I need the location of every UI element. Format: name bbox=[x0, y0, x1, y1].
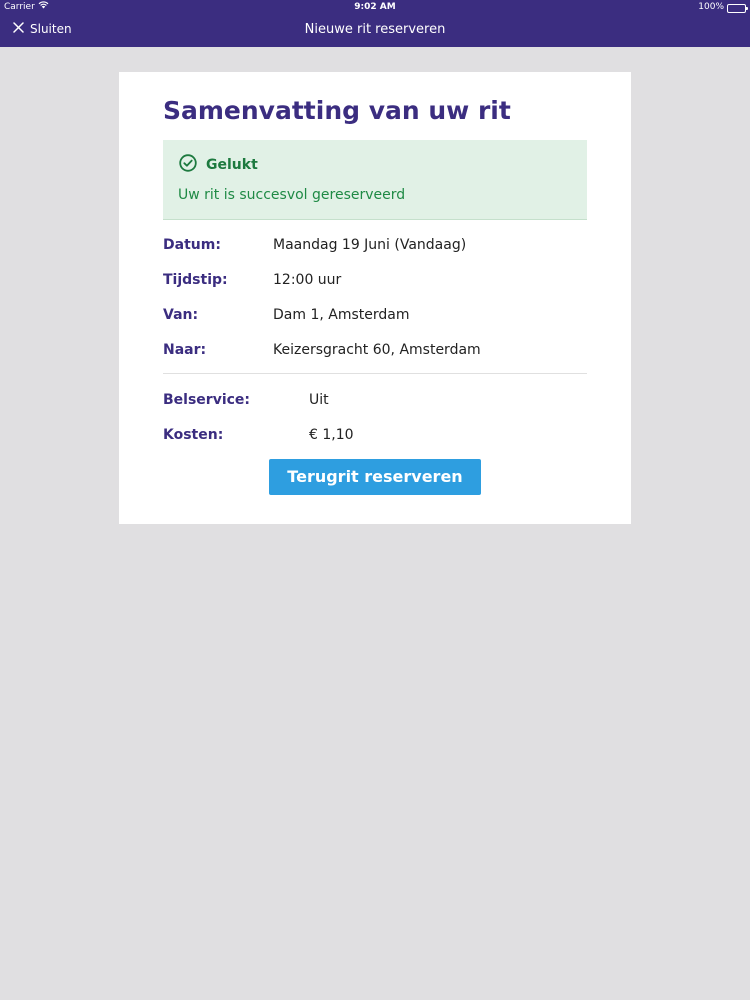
detail-value: Keizersgracht 60, Amsterdam bbox=[273, 342, 481, 358]
status-battery: 100% bbox=[698, 0, 748, 14]
ride-summary-card: Samenvatting van uw rit Gelukt Uw rit is… bbox=[119, 72, 631, 524]
battery-percent: 100% bbox=[698, 2, 724, 12]
summary-title: Samenvatting van uw rit bbox=[163, 96, 511, 125]
status-time: 9:02 AM bbox=[354, 2, 396, 12]
detail-label: Tijdstip: bbox=[163, 272, 228, 288]
success-alert: Gelukt Uw rit is succesvol gereserveerd bbox=[163, 140, 587, 220]
book-return-ride-button[interactable]: Terugrit reserveren bbox=[269, 459, 481, 495]
check-circle-icon bbox=[179, 154, 197, 176]
app-header: Carrier 9:02 AM 100% Sluiten Nieuwe rit … bbox=[0, 0, 750, 47]
navigation-bar: Sluiten Nieuwe rit reserveren bbox=[0, 14, 750, 47]
detail-value: Uit bbox=[309, 392, 329, 408]
detail-value: 12:00 uur bbox=[273, 272, 342, 288]
detail-label: Van: bbox=[163, 307, 199, 323]
detail-value: Dam 1, Amsterdam bbox=[273, 307, 410, 323]
detail-label: Datum: bbox=[163, 237, 221, 253]
section-divider bbox=[163, 373, 587, 374]
detail-label: Kosten: bbox=[163, 427, 224, 443]
detail-value: Maandag 19 Juni (Vandaag) bbox=[273, 237, 467, 253]
success-heading: Gelukt bbox=[206, 157, 258, 173]
success-heading-row: Gelukt bbox=[179, 154, 258, 176]
detail-value: € 1,10 bbox=[309, 427, 354, 443]
battery-icon bbox=[727, 3, 748, 13]
success-message: Uw rit is succesvol gereserveerd bbox=[178, 187, 406, 203]
status-bar: Carrier 9:02 AM 100% bbox=[0, 0, 750, 14]
page-title: Nieuwe rit reserveren bbox=[304, 22, 446, 37]
detail-label: Belservice: bbox=[163, 392, 251, 408]
detail-label: Naar: bbox=[163, 342, 207, 358]
